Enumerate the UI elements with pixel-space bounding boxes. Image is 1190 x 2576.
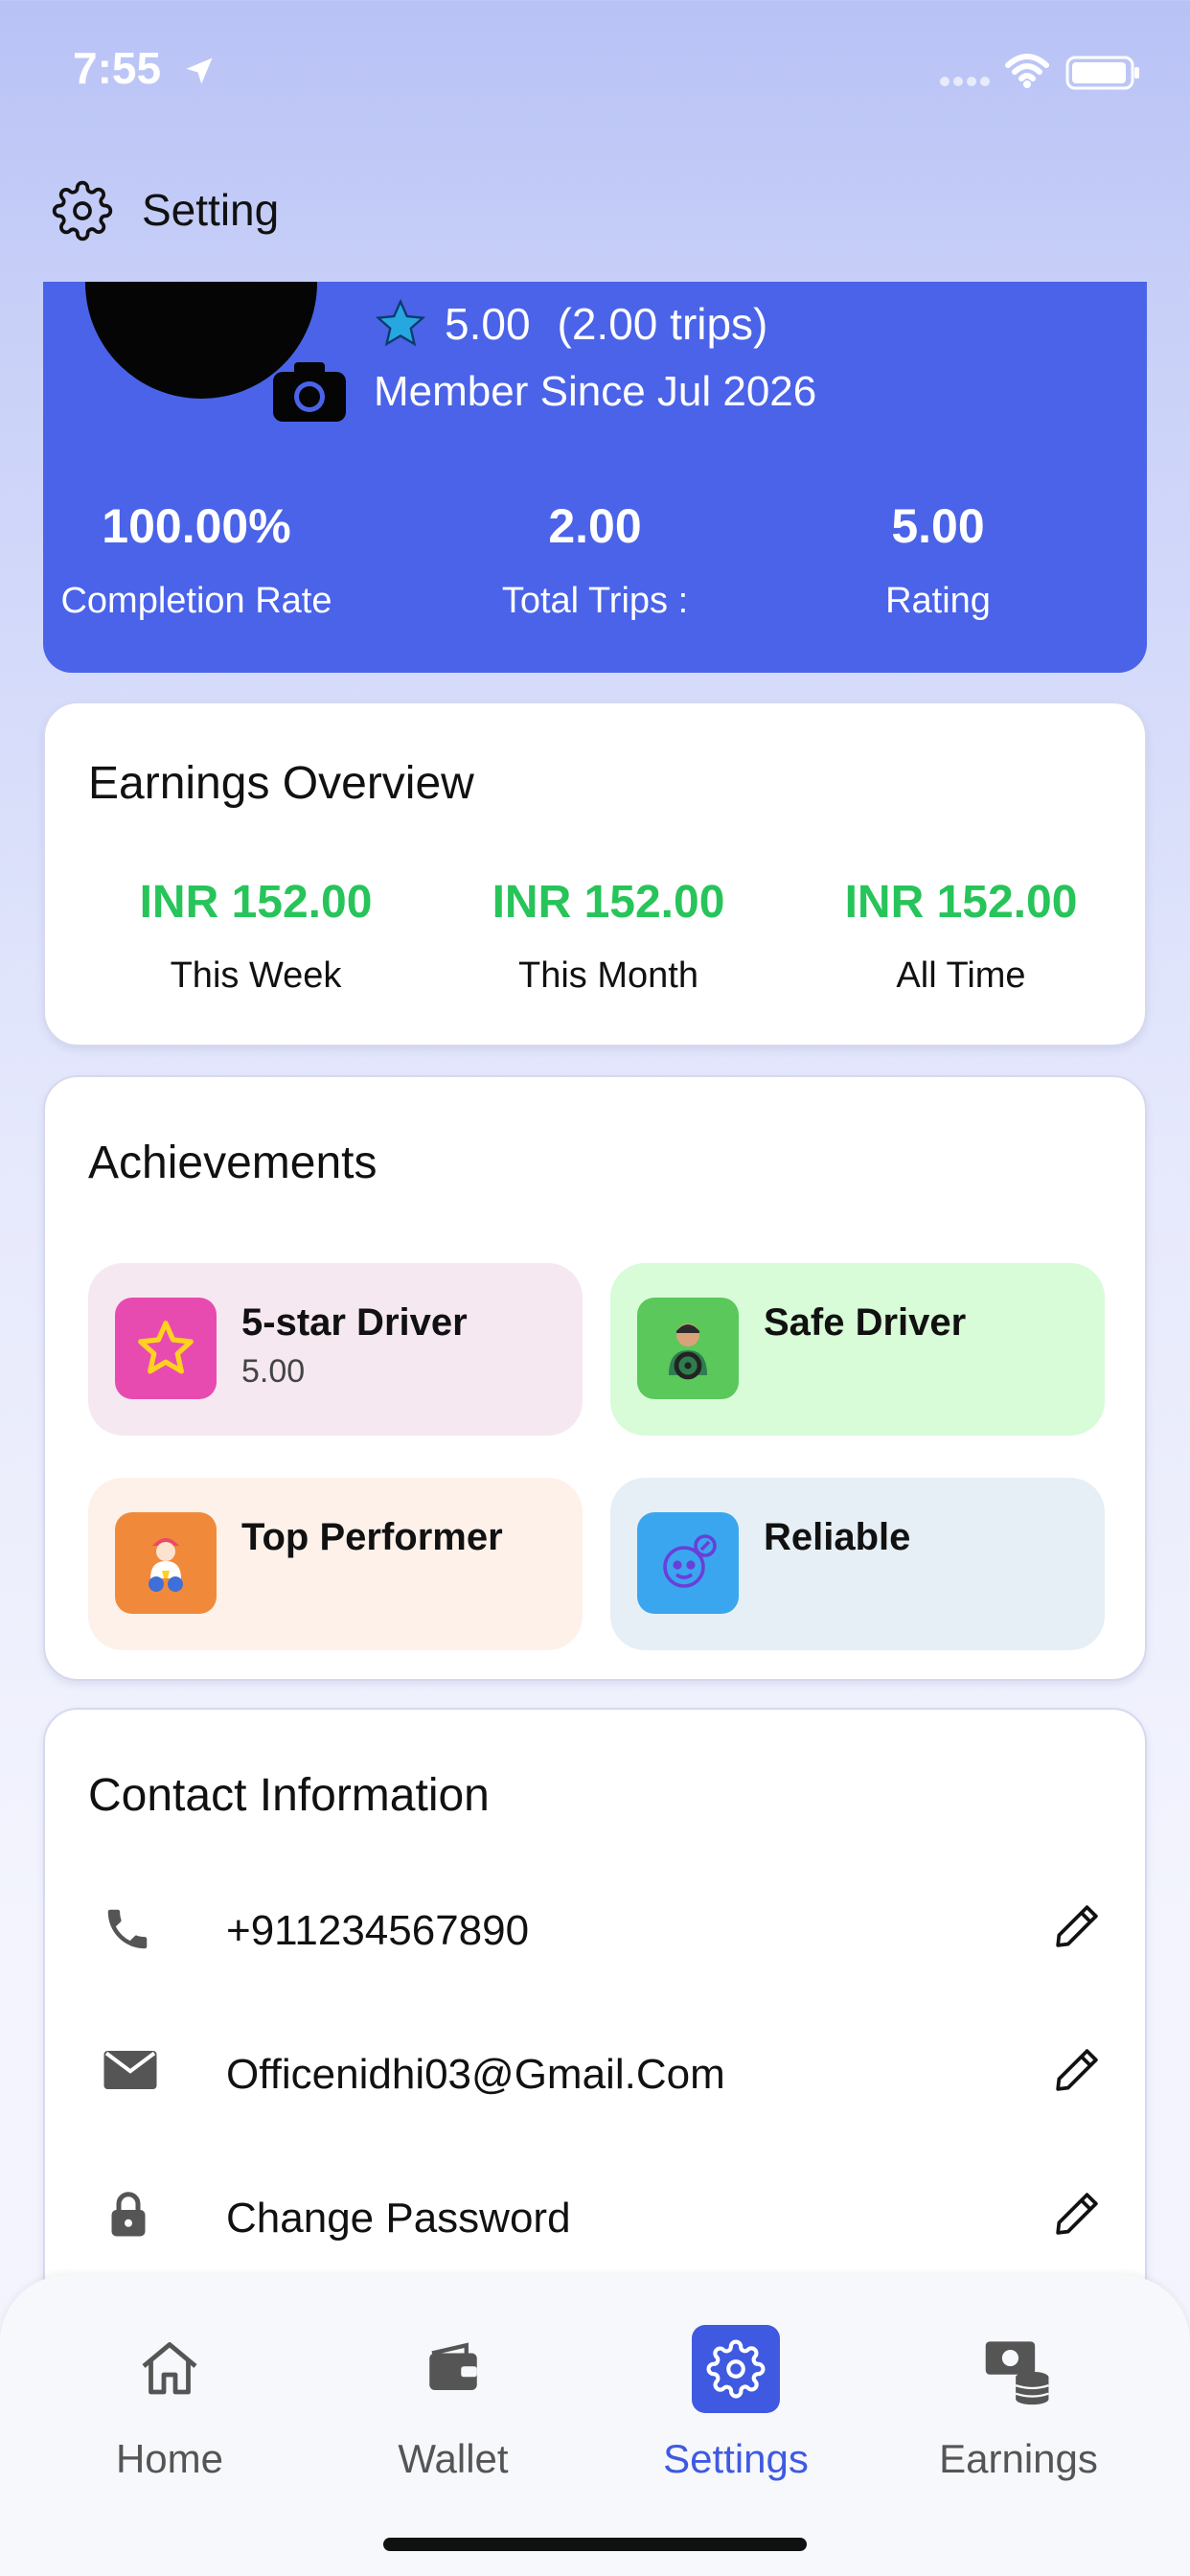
earnings-icon [904,2323,1133,2415]
nav-label: Wallet [398,2436,509,2481]
trip-count: (2.00 trips) [557,299,768,349]
achievement-value: 5.00 [241,1353,306,1390]
achievements-title: Achievements [88,1138,378,1188]
contact-row-password[interactable]: Change Password [88,2168,1104,2264]
home-icon [55,2323,285,2415]
stat-completion-rate: 100.00% Completion Rate [43,498,369,622]
star-icon [375,298,426,347]
camera-icon[interactable] [271,360,348,428]
earnings-this-month: INR 152.00 This Month [446,876,771,997]
stat-value: 5.00 [891,499,985,553]
earnings-label: All Time [896,955,1026,996]
stat-rating: 5.00 Rating [766,498,1110,622]
nav-label: Settings [663,2436,809,2481]
performer-trophy-icon [115,1512,217,1614]
driver-steering-icon [637,1298,739,1399]
phone-icon [102,1903,153,1960]
achievement-safe-driver[interactable]: Safe Driver [610,1263,1105,1436]
home-indicator [383,2538,807,2551]
earnings-all-time: INR 152.00 All Time [798,876,1124,997]
achievement-five-star-driver[interactable]: 5-star Driver 5.00 [88,1263,583,1436]
edit-password-pencil-icon[interactable] [1050,2187,1104,2245]
gear-icon [621,2323,851,2415]
contact-title: Contact Information [88,1770,490,1821]
stat-value: 2.00 [548,499,642,553]
member-since: Member Since Jul 2026 [374,368,817,415]
email-address: Officenidhi03@Gmail.Com [226,2051,725,2098]
wallet-icon [338,2323,568,2415]
stat-label: Total Trips : [501,581,689,621]
star-badge-icon [115,1298,217,1399]
profile-card: 5.00 (2.00 trips) Member Since Jul 2026 … [43,282,1147,673]
signal-icon [939,75,993,92]
location-arrow-icon [182,54,217,93]
top-bar: Setting [0,161,1190,276]
edit-email-pencil-icon[interactable] [1050,2043,1104,2102]
rating-value: 5.00 [445,299,531,349]
lock-icon [109,2191,148,2243]
achievement-name: Top Performer [241,1516,503,1558]
earnings-amount: INR 152.00 [844,877,1078,928]
earnings-this-week: INR 152.00 This Week [93,876,419,997]
achievement-name: 5-star Driver [241,1301,468,1344]
nav-home[interactable]: Home [55,2323,285,2482]
stat-total-trips: 2.00 Total Trips : [423,498,767,622]
achievement-name: Safe Driver [764,1301,967,1344]
edit-phone-pencil-icon[interactable] [1050,1899,1104,1958]
nav-label: Earnings [939,2436,1098,2481]
nav-earnings[interactable]: Earnings [904,2323,1133,2482]
earnings-title: Earnings Overview [88,758,474,809]
status-time: 7:55 [73,43,162,93]
status-bar: 7:55 [0,0,1190,144]
phone-number: +911234567890 [226,1907,530,1954]
earnings-amount: INR 152.00 [492,877,725,928]
bottom-nav: Home Wallet Settings Earnings [0,2275,1190,2576]
gear-icon[interactable] [52,180,113,246]
mail-icon [102,2047,159,2098]
earnings-label: This Month [518,955,698,996]
stat-value: 100.00% [102,499,291,553]
earnings-label: This Week [170,955,342,996]
earnings-amount: INR 152.00 [139,877,373,928]
change-password-label: Change Password [226,2195,571,2242]
battery-icon [1065,56,1142,95]
nav-label: Home [115,2436,224,2481]
nav-settings[interactable]: Settings [621,2323,851,2482]
achievement-top-performer[interactable]: Top Performer [88,1478,583,1650]
stat-label: Rating [885,581,991,621]
achievement-reliable[interactable]: Reliable [610,1478,1105,1650]
page-title: Setting [142,185,280,235]
contact-row-email[interactable]: Officenidhi03@Gmail.Com [88,2024,1104,2120]
reliable-face-icon [637,1512,739,1614]
earnings-card: Earnings Overview INR 152.00 This Week I… [43,702,1147,1046]
stat-label: Completion Rate [60,581,332,621]
achievement-name: Reliable [764,1516,911,1558]
rating-line: 5.00 (2.00 trips) [374,297,767,351]
wifi-icon [1004,52,1050,95]
contact-row-phone[interactable]: +911234567890 [88,1880,1104,1976]
achievements-card: Achievements 5-star Driver 5.00 Safe Dri… [43,1075,1147,1681]
nav-wallet[interactable]: Wallet [338,2323,568,2482]
